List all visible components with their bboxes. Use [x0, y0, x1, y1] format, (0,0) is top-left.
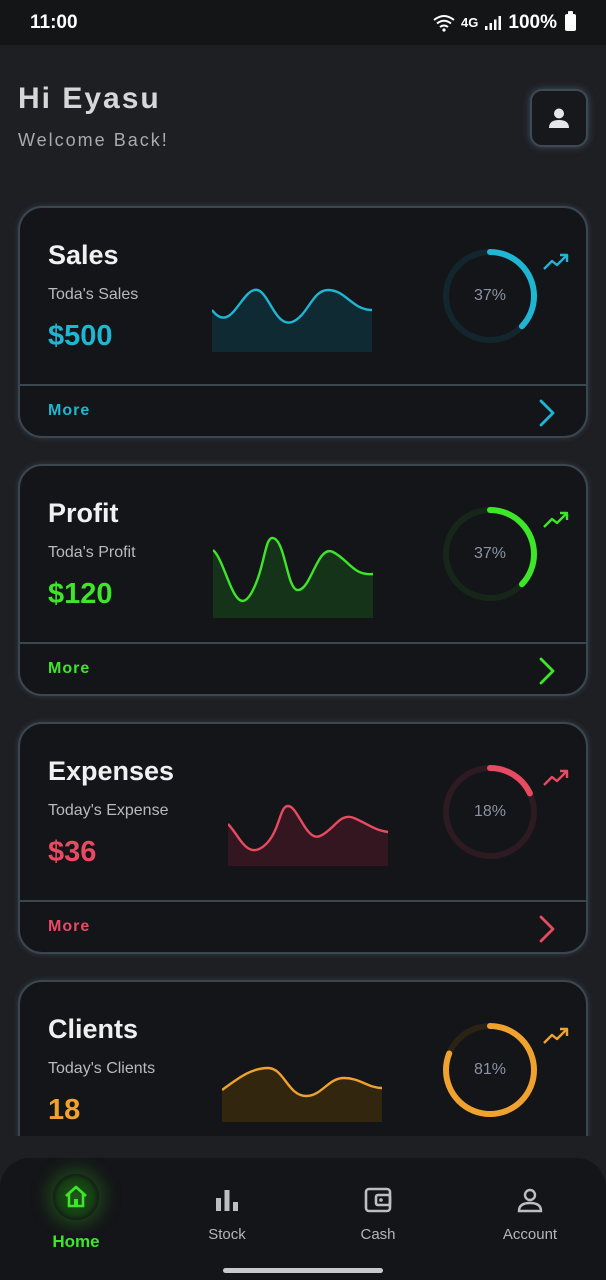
person-icon: [549, 108, 569, 128]
sparkline-chart: [213, 536, 374, 618]
more-button[interactable]: More: [20, 644, 586, 694]
progress-percent: 18%: [473, 803, 507, 820]
card-title: Profit: [48, 498, 119, 528]
trending-up-icon: [543, 511, 569, 528]
card-subtitle: Today's Clients: [48, 1060, 156, 1077]
home-indicator: [223, 1268, 383, 1273]
status-time: 11:00: [30, 11, 78, 33]
network-type: 4G: [461, 15, 479, 30]
dashboard-cards[interactable]: Sales Toda's Sales $500 37% More Profit …: [0, 190, 606, 1136]
sparkline-chart: [222, 1066, 383, 1122]
nav-account[interactable]: Account: [470, 1158, 590, 1258]
card-summary[interactable]: Profit Toda's Profit $120 37%: [20, 466, 586, 642]
more-label: More: [48, 918, 91, 935]
battery-percent: 100%: [508, 11, 557, 33]
nav-stock-label: Stock: [208, 1226, 246, 1243]
card-value: $120: [48, 578, 113, 610]
nav-stock[interactable]: Stock: [167, 1158, 287, 1258]
profit-card: Profit Toda's Profit $120 37% More: [18, 464, 588, 696]
nav-cash[interactable]: Cash: [318, 1158, 438, 1258]
card-value: 18: [48, 1094, 81, 1126]
greeting-subtitle: Welcome Back!: [18, 130, 169, 150]
card-subtitle: Toda's Sales: [48, 286, 139, 303]
card-subtitle: Today's Expense: [48, 802, 169, 819]
clients-card: Clients Today's Clients 18 81% More: [18, 980, 588, 1136]
progress-percent: 37%: [473, 287, 507, 304]
trending-up-icon: [543, 253, 569, 270]
signal-icon: [485, 15, 502, 30]
trending-up-icon: [543, 1027, 569, 1044]
nav-account-label: Account: [502, 1226, 558, 1243]
card-subtitle: Toda's Profit: [48, 544, 136, 561]
card-title: Expenses: [48, 756, 175, 786]
card-summary[interactable]: Clients Today's Clients 18 81%: [20, 982, 586, 1136]
more-label: More: [48, 402, 91, 419]
trending-up-icon: [543, 769, 569, 786]
battery-icon: [565, 11, 576, 31]
sparkline-chart: [228, 804, 389, 866]
wifi-icon: [433, 14, 455, 32]
more-button[interactable]: More: [20, 386, 586, 436]
chevron-right-icon: [539, 657, 555, 685]
card-summary[interactable]: Sales Toda's Sales $500 37%: [20, 208, 586, 384]
card-title: Clients: [48, 1014, 139, 1044]
card-value: $500: [48, 320, 113, 352]
sparkline-chart: [212, 288, 373, 352]
status-bar: 11:00 4G 100%: [0, 0, 606, 45]
card-summary[interactable]: Expenses Today's Expense $36 18%: [20, 724, 586, 900]
more-label: More: [48, 660, 91, 677]
more-button[interactable]: More: [20, 902, 586, 952]
status-icons: 4G 100%: [433, 11, 576, 34]
greeting-block: Hi Eyasu Welcome Back!: [18, 82, 169, 151]
nav-home[interactable]: Home: [16, 1158, 136, 1258]
sales-card: Sales Toda's Sales $500 37% More: [18, 206, 588, 438]
nav-home-label: Home: [52, 1232, 100, 1251]
progress-percent: 37%: [473, 545, 507, 562]
expenses-card: Expenses Today's Expense $36 18% More: [18, 722, 588, 954]
greeting-title: Hi Eyasu: [18, 82, 161, 115]
bar-chart-icon: [207, 1180, 247, 1220]
bottom-navigation: Home Stock Cash Account: [0, 1158, 606, 1280]
card-title: Sales: [48, 240, 119, 270]
home-icon: [53, 1174, 99, 1220]
sparkline-area: [228, 806, 388, 866]
person-icon: [510, 1180, 550, 1220]
nav-cash-label: Cash: [360, 1226, 396, 1243]
chevron-right-icon: [539, 399, 555, 427]
profile-button[interactable]: [530, 89, 588, 147]
card-value: $36: [48, 836, 97, 868]
chevron-right-icon: [539, 915, 555, 943]
wallet-icon: [358, 1180, 398, 1220]
progress-percent: 81%: [473, 1061, 507, 1078]
sparkline-area: [213, 537, 373, 618]
